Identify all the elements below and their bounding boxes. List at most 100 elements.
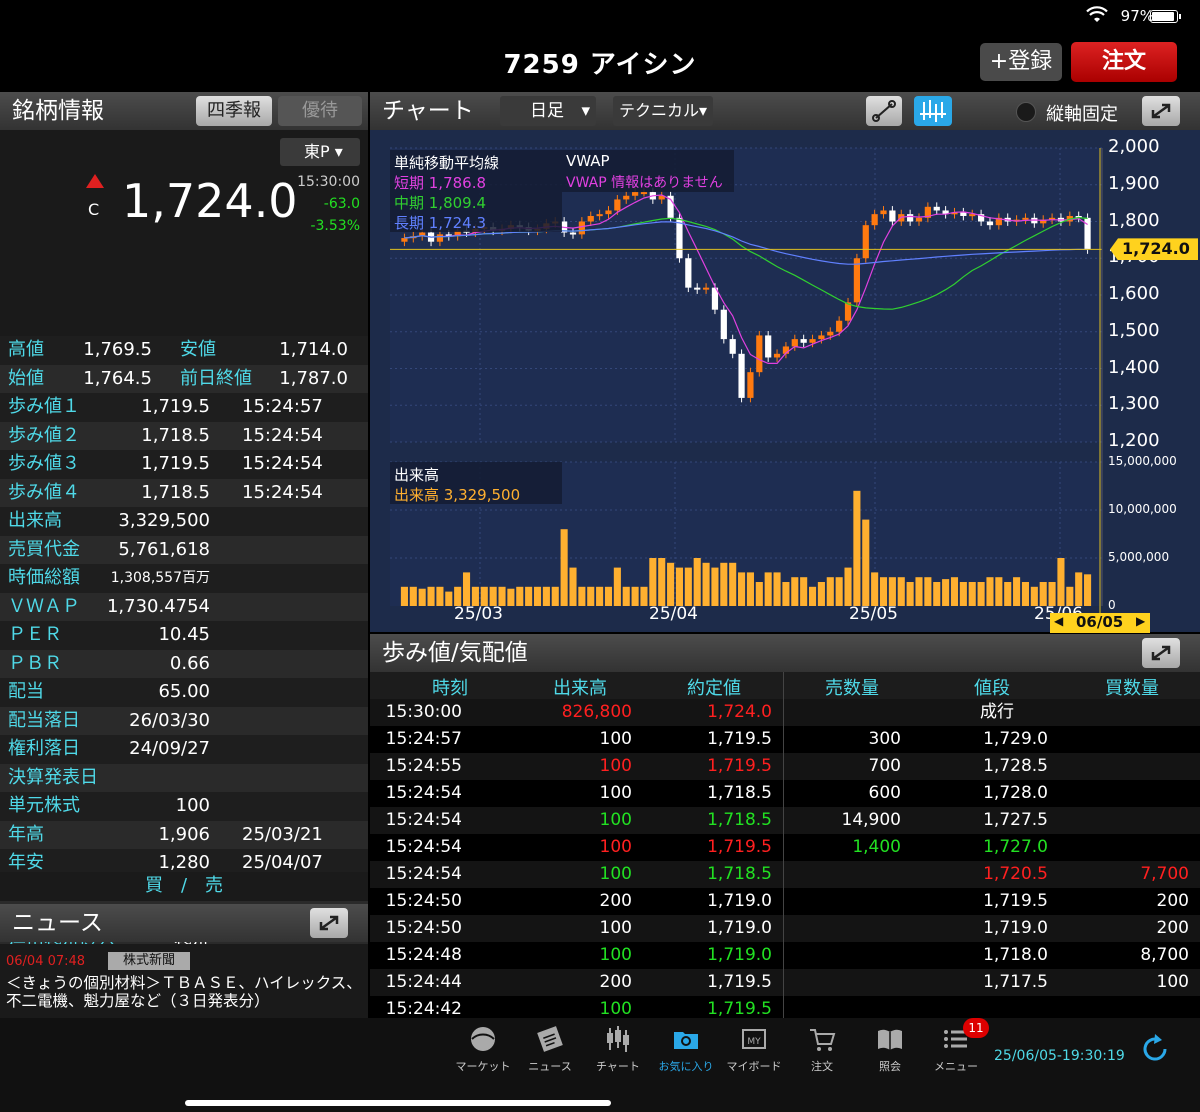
nav-news[interactable]: ニュース [515, 1024, 585, 1074]
period-label: 日足 [530, 101, 564, 121]
candle [702, 287, 710, 290]
stock-info-title: 銘柄情報 [12, 98, 104, 124]
quote-price: 成行 [980, 702, 1014, 722]
nav-cart[interactable]: 注文 [787, 1024, 857, 1074]
volume-bar [1048, 582, 1056, 606]
quote-buy-qty: 200 [1156, 891, 1189, 911]
expand-news-button[interactable] [310, 908, 348, 938]
candle [640, 192, 648, 195]
news-item[interactable]: 06/04 07:48 株式新聞 ＜きょうの個別材料＞ＴＢＡＳＥ、ハイレックス、… [0, 944, 368, 1018]
info-value: 1,308,557百万 [110, 570, 210, 586]
tick-time: 15:24:54 [385, 837, 462, 857]
price-axis-label: 1,200 [1108, 430, 1160, 451]
quarterly-report-button[interactable]: 四季報 [196, 96, 272, 126]
board-header: 歩み値/気配値 [370, 634, 1200, 672]
info-label: 単元株式 [8, 795, 80, 816]
info-label: 配当 [8, 681, 44, 702]
candle [915, 217, 923, 222]
status-bar: 97% [0, 0, 1200, 30]
info-value: 26/03/30 [129, 709, 210, 731]
tick-volume: 200 [599, 972, 632, 992]
quote-sell-qty: 600 [868, 783, 901, 803]
candle [747, 372, 754, 398]
next-arrow-icon[interactable]: ▶ [1136, 614, 1145, 628]
volume-bar [738, 572, 746, 606]
current-price: 1,724.0 [122, 174, 298, 228]
myboard-icon: MY [742, 1029, 766, 1049]
tick-volume: 100 [599, 783, 632, 803]
expand-board-button[interactable] [1142, 638, 1180, 668]
expand-chart-button[interactable] [1142, 96, 1180, 126]
volume-legend-title: 出来高 [394, 466, 440, 484]
volume-bar [711, 567, 719, 606]
board-row: 15:24:55 100 1,719.5 700 1,728.5 [370, 753, 1200, 780]
info-row: ＶＷＡＰ 1,730.4754 [0, 592, 368, 621]
volume-bar [773, 572, 781, 606]
refresh-icon[interactable] [1138, 1032, 1172, 1066]
candles-icon [920, 100, 946, 122]
tick-price: 1,719.5 [707, 837, 772, 857]
globe-icon [471, 1027, 495, 1051]
candle [729, 339, 736, 354]
volume-bar [746, 572, 754, 606]
quote-sell-qty: 1,400 [852, 837, 901, 857]
tick-price: 1,718.5 [707, 810, 772, 830]
board-row: 15:24:54 100 1,718.5 14,900 1,727.5 [370, 807, 1200, 834]
exchange-select[interactable]: 東P ▾ [280, 138, 360, 166]
candle [880, 210, 887, 215]
draw-line-button[interactable] [866, 96, 902, 126]
volume-bar [1084, 574, 1092, 606]
bottom-nav: マーケット ニュース チャート お気に入り MY マイボード 注文 照会 メニュー 11 25/0… [0, 1018, 1200, 1112]
nav-menu[interactable]: メニュー 11 [921, 1018, 991, 1074]
info-date: 15:24:57 [242, 396, 323, 417]
quote-buy-qty: 8,700 [1140, 945, 1189, 965]
price-axis-label: 1,500 [1108, 319, 1160, 341]
volume-bar [942, 579, 950, 606]
benefit-button[interactable]: 優待 [278, 96, 362, 126]
tick-time: 15:24:57 [385, 729, 462, 749]
candle [401, 238, 408, 242]
candle [800, 339, 807, 343]
volume-bar [782, 582, 790, 606]
info-value: 1,906 [158, 823, 210, 845]
order-button[interactable]: 注文 [1071, 42, 1177, 82]
tick-volume: 100 [599, 864, 632, 884]
candle [1022, 217, 1029, 220]
info-row: 歩み値４ 1,718.5 15:24:54 [0, 478, 368, 507]
info-value: 1,718.5 [141, 424, 210, 446]
volume-bar [667, 562, 675, 606]
battery-percent: 97% [1120, 7, 1154, 25]
fix-axis-toggle[interactable] [1016, 102, 1036, 122]
volume-bar [977, 582, 985, 606]
nav-globe[interactable]: マーケット [448, 1024, 518, 1074]
volume-bar [569, 567, 577, 606]
volume-bar [693, 558, 701, 606]
volume-bar [640, 586, 648, 606]
period-select[interactable]: 日足 ▾ [500, 96, 596, 126]
info-value: 3,329,500 [118, 510, 210, 531]
info-label: 歩み値４ [8, 481, 80, 503]
board-row: 15:24:44 200 1,719.5 1,717.5 100 [370, 969, 1200, 996]
nav-myboard[interactable]: MY マイボード [719, 1024, 789, 1074]
buy-sell-link[interactable]: 買 / 売 [0, 872, 368, 901]
indicator-button[interactable] [914, 96, 952, 126]
nav-book[interactable]: 照会 [855, 1024, 925, 1074]
register-button[interactable]: +登録 [980, 43, 1062, 81]
info-row: 高値 1,769.5 安値 1,714.0 [0, 336, 368, 365]
info-label-2: 安値 [180, 339, 216, 360]
info-row: 年高 1,906 25/03/21 [0, 820, 368, 849]
quote-price: 1,718.0 [983, 945, 1048, 965]
nav-label: 照会 [879, 1060, 901, 1073]
fix-axis-label: 縦軸固定 [1046, 104, 1118, 125]
info-row: 歩み値２ 1,718.5 15:24:54 [0, 421, 368, 450]
volume-bar [835, 577, 843, 606]
candle [853, 258, 861, 303]
prev-arrow-icon[interactable]: ◀ [1054, 614, 1063, 628]
volume-bar [551, 586, 559, 606]
nav-folder[interactable]: お気に入り [651, 1024, 721, 1074]
nav-candles[interactable]: チャート [583, 1024, 653, 1074]
board-row: 15:24:57 100 1,719.5 300 1,729.0 [370, 726, 1200, 753]
tick-price: 1,719.5 [707, 729, 772, 749]
board-row: 15:24:50 200 1,719.0 1,719.5 200 [370, 888, 1200, 915]
technical-select[interactable]: テクニカル▾ [613, 96, 713, 126]
